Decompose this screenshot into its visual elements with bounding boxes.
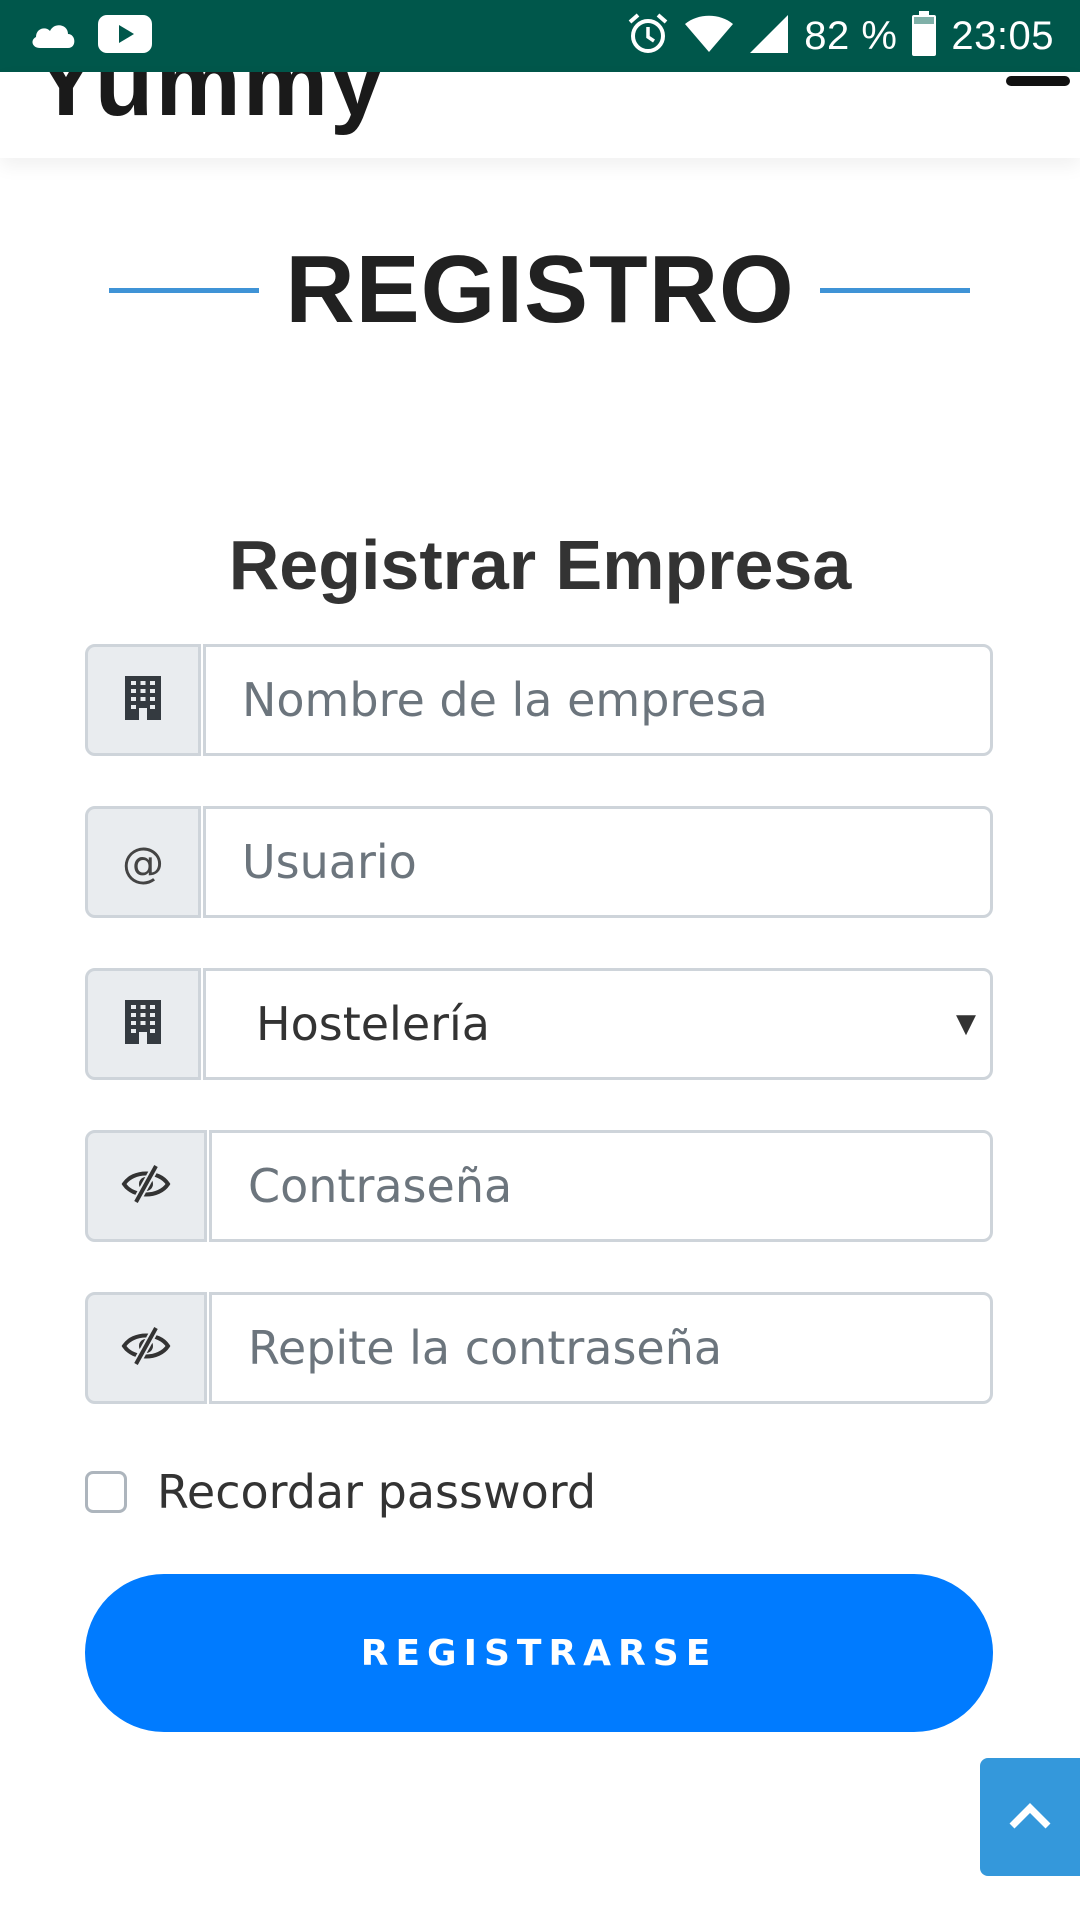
eye-slash-icon <box>121 1326 171 1370</box>
building-icon <box>125 676 161 724</box>
navbar: Yummy <box>0 72 1080 158</box>
status-bar: 82 % 23:05 <box>0 0 1080 72</box>
scroll-top-button[interactable] <box>980 1758 1080 1876</box>
company-name-input[interactable] <box>203 644 993 756</box>
menu-toggle-button[interactable] <box>1000 72 1080 158</box>
chevron-up-icon <box>1008 1800 1052 1834</box>
company-name-addon <box>85 644 201 756</box>
password-repeat-addon[interactable] <box>85 1292 207 1404</box>
company-name-group <box>85 644 993 756</box>
dropdown-arrow-icon: ▼ <box>956 1009 976 1039</box>
username-group: @ <box>85 806 993 918</box>
section-header: REGISTRO <box>0 230 1080 350</box>
username-input[interactable] <box>203 806 993 918</box>
remember-label[interactable]: Recordar password <box>157 1465 596 1519</box>
building-icon <box>125 1000 161 1048</box>
wifi-icon <box>684 14 734 58</box>
sector-select[interactable]: Hostelería ▼ <box>203 968 993 1080</box>
brand-logo[interactable]: Yummy <box>34 72 385 138</box>
register-button[interactable]: REGISTRARSE <box>85 1574 993 1732</box>
hamburger-icon <box>1006 76 1070 86</box>
clock: 23:05 <box>951 13 1054 58</box>
password-group <box>85 1130 993 1242</box>
at-sign-label: @ <box>122 837 164 887</box>
form-title: Registrar Empresa <box>228 526 852 604</box>
username-addon: @ <box>85 806 201 918</box>
title-decoration-right <box>820 288 970 293</box>
remember-row: Recordar password <box>85 1462 596 1522</box>
youtube-icon <box>98 15 152 57</box>
remember-checkbox[interactable] <box>85 1471 127 1513</box>
sector-selected-value: Hostelería <box>256 997 490 1051</box>
eye-slash-icon <box>121 1164 171 1208</box>
cloud-icon <box>28 18 78 54</box>
password-repeat-input[interactable] <box>209 1292 993 1404</box>
sector-addon <box>85 968 201 1080</box>
password-input[interactable] <box>209 1130 993 1242</box>
battery-icon <box>911 11 937 61</box>
signal-icon <box>748 13 790 59</box>
sector-group: Hostelería ▼ <box>85 968 993 1080</box>
battery-percent: 82 % <box>804 13 898 58</box>
password-repeat-group <box>85 1292 993 1404</box>
alarm-icon <box>626 12 670 60</box>
password-addon[interactable] <box>85 1130 207 1242</box>
